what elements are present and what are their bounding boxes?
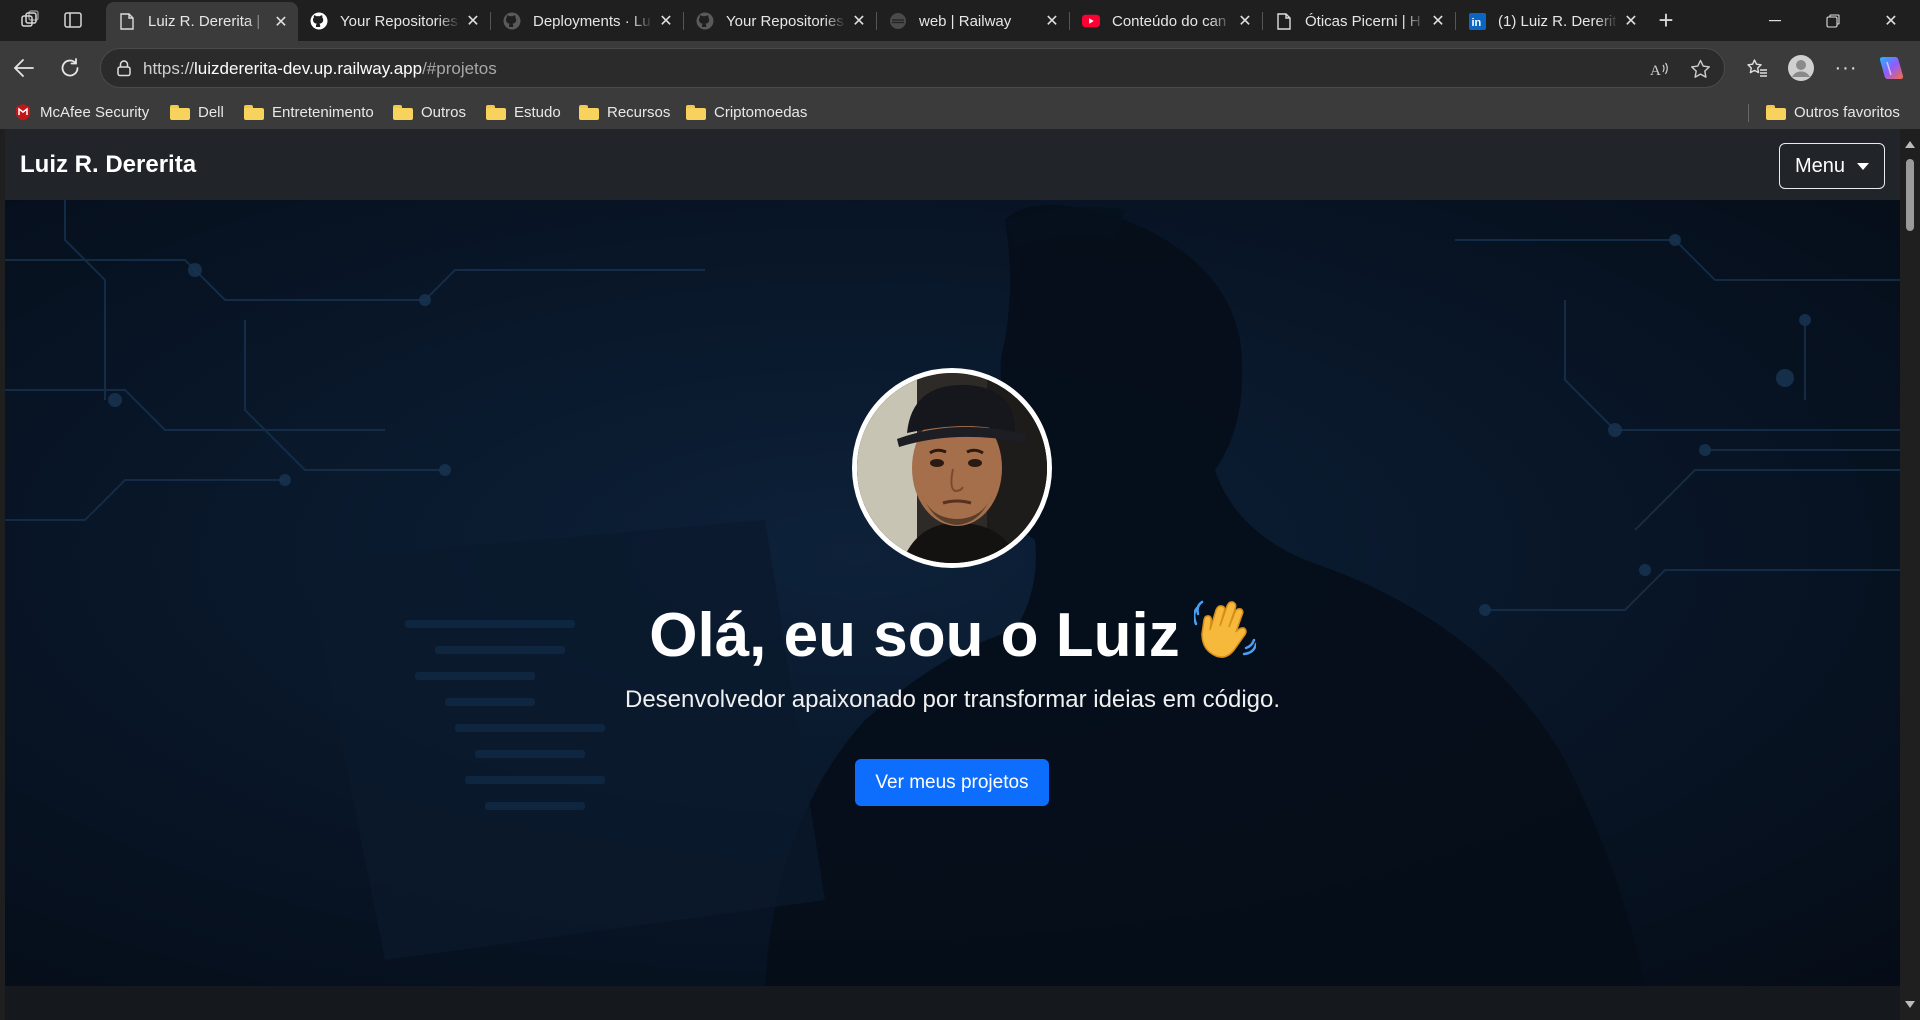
page-icon — [1275, 12, 1293, 30]
folder-icon — [170, 104, 190, 120]
bookmark-label: Estudo — [514, 103, 561, 121]
profile-avatar-icon[interactable] — [1786, 53, 1816, 83]
view-projects-button[interactable]: Ver meus projetos — [855, 759, 1049, 806]
bookmark-folder-entretenimento[interactable]: Entretenimento — [244, 100, 374, 124]
scroll-down-icon[interactable] — [1905, 1001, 1915, 1008]
minimize-icon[interactable] — [1746, 0, 1804, 41]
caret-down-icon — [1857, 162, 1870, 170]
tab-title: Conteúdo do can — [1112, 12, 1227, 30]
tab-5[interactable]: Conteúdo do can ✕ — [1070, 4, 1262, 38]
tab-4[interactable]: web | Railway ✕ — [877, 4, 1069, 38]
profile-photo — [852, 368, 1052, 568]
scroll-up-icon[interactable] — [1905, 141, 1915, 148]
close-icon[interactable]: ✕ — [1429, 11, 1447, 31]
tab-title: Luiz R. Dererita | — [148, 13, 261, 30]
close-icon[interactable]: ✕ — [1236, 11, 1254, 31]
youtube-icon — [1082, 12, 1100, 30]
tab-6[interactable]: Óticas Picerni | H ✕ — [1263, 4, 1455, 38]
url-text: https://luizdererita-dev.up.railway.app/… — [143, 59, 497, 78]
address-bar[interactable]: https://luizdererita-dev.up.railway.app/… — [100, 48, 1725, 88]
more-options-icon[interactable]: ··· — [1831, 53, 1861, 83]
mcafee-icon — [16, 104, 30, 121]
refresh-icon[interactable] — [54, 52, 86, 84]
tab-1[interactable]: Your Repositories ✕ — [298, 4, 490, 38]
bookmark-folder-criptomoedas[interactable]: Criptomoedas — [686, 100, 807, 124]
hero-subtitle: Desenvolvedor apaixonado por transformar… — [624, 686, 1281, 713]
folder-icon — [393, 104, 413, 120]
github-icon — [696, 12, 714, 30]
tab-title: Deployments · Lu — [533, 12, 651, 30]
page-scrollbar[interactable] — [1900, 129, 1920, 1020]
tab-title: web | Railway — [919, 12, 1012, 30]
bookmarks-bar: McAfee Security Dell Entretenimento Outr… — [0, 95, 1920, 129]
railway-icon — [889, 12, 907, 30]
close-icon[interactable]: ✕ — [1622, 11, 1640, 31]
back-icon[interactable] — [8, 52, 40, 84]
close-icon[interactable]: ✕ — [657, 11, 675, 31]
linkedin-icon: in — [1468, 12, 1486, 30]
menu-label: Menu — [1794, 154, 1846, 177]
hero-title: Olá, eu sou o Luiz — [5, 600, 1900, 675]
toolbar: https://luizdererita-dev.up.railway.app/… — [0, 41, 1920, 95]
tab-2[interactable]: Deployments · Lu ✕ — [491, 4, 683, 38]
close-icon[interactable]: ✕ — [1043, 11, 1061, 31]
tab-strip: Luiz R. Dererita | ✕ Your Repositories ✕… — [0, 0, 1920, 41]
tab-title: Óticas Picerni | H — [1305, 12, 1421, 30]
tab-title: (1) Luiz R. Dererit — [1498, 12, 1617, 30]
tab-title: Your Repositories — [340, 12, 458, 30]
bookmark-folder-recursos[interactable]: Recursos — [579, 100, 670, 124]
folder-icon — [244, 104, 264, 120]
bookmark-label: Criptomoedas — [714, 103, 808, 121]
next-section-edge — [5, 986, 1900, 1020]
bookmark-mcafee[interactable]: McAfee Security — [14, 100, 149, 124]
read-aloud-icon[interactable]: A — [1649, 58, 1671, 80]
close-icon[interactable]: ✕ — [850, 11, 868, 31]
folder-icon — [486, 104, 506, 120]
tab-3[interactable]: Your Repositories ✕ — [684, 4, 876, 38]
folder-icon — [686, 104, 706, 120]
close-icon[interactable]: ✕ — [272, 12, 290, 32]
folder-icon — [579, 104, 599, 120]
folder-icon — [1766, 104, 1786, 120]
tab-0[interactable]: Luiz R. Dererita | ✕ — [106, 2, 298, 41]
bookmark-label: Entretenimento — [272, 103, 374, 121]
site-navbar: Luiz R. Dererita Menu — [5, 129, 1900, 200]
site-brand[interactable]: Luiz R. Dererita — [20, 151, 196, 179]
tab-7[interactable]: in (1) Luiz R. Dererit ✕ — [1456, 4, 1648, 38]
github-icon — [503, 12, 521, 30]
svg-text:A: A — [1650, 63, 1661, 78]
svg-text:in: in — [1471, 17, 1481, 29]
bookmark-label: Outros — [421, 103, 467, 121]
bookmark-label: Dell — [198, 103, 224, 121]
tab-title: Your Repositories — [726, 12, 844, 30]
hero-background-illustration — [5, 200, 1900, 986]
bookmark-label: Outros favoritos — [1794, 103, 1900, 121]
new-tab-icon[interactable]: + — [1654, 5, 1678, 35]
tab-actions-icon[interactable] — [61, 8, 85, 32]
bookmark-label: Recursos — [607, 103, 671, 121]
waving-hand-icon — [1192, 600, 1257, 675]
copilot-icon[interactable] — [1876, 53, 1906, 83]
restore-icon[interactable] — [1804, 0, 1862, 41]
bookmark-folder-outros-favoritos[interactable]: Outros favoritos — [1766, 100, 1900, 124]
github-icon — [310, 12, 328, 30]
bookmark-folder-estudo[interactable]: Estudo — [486, 100, 561, 124]
scrollbar-thumb[interactable] — [1906, 159, 1914, 231]
page-icon — [118, 13, 136, 31]
bookmark-label: McAfee Security — [40, 103, 150, 121]
page-viewport: Luiz R. Dererita Menu Olá, eu sou o Luiz… — [5, 129, 1900, 1020]
lock-icon[interactable] — [115, 59, 133, 77]
hero-section: Olá, eu sou o Luiz Desenvolvedor apaixon… — [5, 200, 1900, 986]
bookmark-folder-dell[interactable]: Dell — [170, 100, 224, 124]
favorite-star-icon[interactable] — [1689, 58, 1711, 80]
close-icon[interactable]: ✕ — [464, 11, 482, 31]
favorites-icon[interactable] — [1742, 53, 1772, 83]
close-window-icon[interactable]: ✕ — [1862, 0, 1920, 41]
menu-dropdown-button[interactable]: Menu — [1779, 143, 1885, 189]
bookmark-folder-outros[interactable]: Outros — [393, 100, 466, 124]
workspaces-icon[interactable] — [18, 8, 42, 32]
